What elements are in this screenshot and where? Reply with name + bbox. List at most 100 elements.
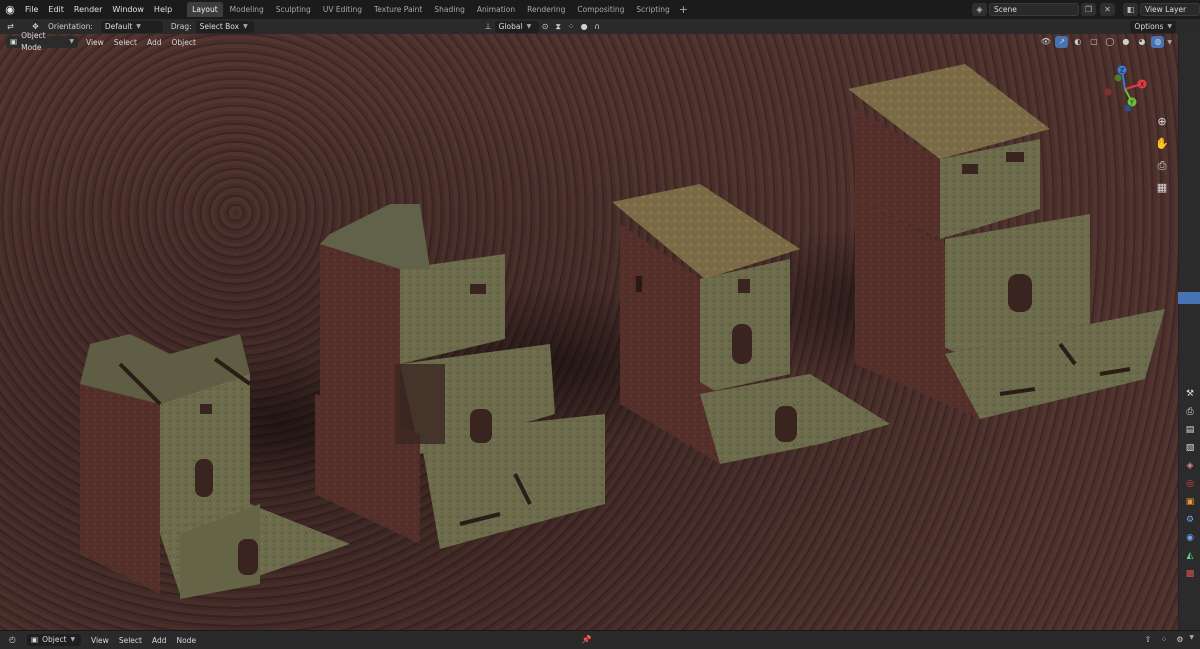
drag-label: Drag: (170, 22, 192, 31)
viewport-menu-add[interactable]: Add (147, 38, 162, 47)
transform-axis-icon[interactable]: ⊥ (482, 21, 495, 33)
chevron-down-icon[interactable]: ▼ (1167, 39, 1172, 46)
gizmo-x-label: X (1140, 82, 1144, 89)
cube-icon: ▣ (10, 37, 18, 46)
material-tab-icon[interactable]: ▩ (1182, 566, 1198, 582)
drag-value: Select Box (199, 21, 240, 31)
scene-render (80, 64, 1165, 599)
menu-render[interactable]: Render (69, 0, 107, 19)
pin-icon[interactable]: 📌 (580, 634, 593, 646)
pan-hand-icon[interactable]: ✋ (1154, 136, 1170, 152)
physics-tab-icon[interactable]: ◉ (1182, 530, 1198, 546)
pivot-point-icon[interactable]: ⊙ (539, 21, 552, 33)
data-tab-icon[interactable]: ◭ (1182, 548, 1198, 564)
transform-orientation-dropdown[interactable]: Global ▼ (494, 20, 539, 33)
chevron-down-icon: ▼ (243, 22, 248, 30)
drag-dropdown[interactable]: Select Box ▼ (195, 20, 254, 33)
scene-browse-icon[interactable]: ◈ (972, 3, 987, 16)
scene-selectors: ◈ Scene ❐ ✕ ◧ View Layer (970, 0, 1200, 19)
settings-gear-icon[interactable]: ⚙ (1173, 634, 1186, 646)
snap-target-icon[interactable]: ⁘ (565, 21, 578, 33)
orientation-value: Default (104, 21, 133, 31)
bottom-menu-node[interactable]: Node (176, 636, 196, 645)
new-scene-icon[interactable]: ❐ (1081, 3, 1096, 16)
grid-icon[interactable]: ▦ (1154, 180, 1170, 196)
bottom-menu-add[interactable]: Add (152, 636, 167, 645)
menu-edit[interactable]: Edit (43, 0, 69, 19)
chevron-down-icon: ▼ (136, 22, 141, 30)
object-mode-dropdown[interactable]: ▣ Object Mode ▼ (6, 31, 78, 52)
chevron-down-icon: ▼ (69, 38, 74, 45)
tab-layout[interactable]: Layout (187, 2, 223, 17)
gizmo-z-label: Z (1120, 68, 1124, 75)
material-shading-icon[interactable]: ◕ (1135, 36, 1148, 48)
bottom-mode-value: Object (42, 635, 67, 644)
camera-icon[interactable]: ⎙ (1154, 158, 1170, 174)
gizmo-neg-y-axis[interactable] (1114, 74, 1122, 82)
view-layer-browse-icon[interactable]: ◧ (1123, 3, 1138, 16)
tab-texture-paint[interactable]: Texture Paint (369, 2, 427, 17)
viewport-menu-view[interactable]: View (86, 38, 104, 47)
tab-modeling[interactable]: Modeling (225, 2, 269, 17)
chevron-down-icon: ▼ (70, 636, 76, 643)
menu-file[interactable]: File (20, 0, 43, 19)
blender-logo-icon[interactable]: ◉ (0, 0, 20, 19)
falloff-icon[interactable]: ∩ (591, 21, 604, 33)
xray-icon[interactable]: ▢ (1087, 36, 1100, 48)
editor-type-icon[interactable]: ⇄ (4, 21, 17, 33)
wireframe-shading-icon[interactable]: ◯ (1103, 36, 1116, 48)
snap-icon[interactable]: ⁘ (1157, 634, 1170, 646)
viewport-shading-controls: 👁 ↗ ◐ ▢ ◯ ● ◕ ◍ ▼ (1039, 36, 1172, 48)
tab-scripting[interactable]: Scripting (631, 2, 674, 17)
gizmo-neg-z-axis[interactable] (1124, 104, 1132, 112)
bottom-right-controls: ⇧ ⁘ ⚙ ▼ (1141, 634, 1194, 646)
options-dropdown[interactable]: Options ▼ (1130, 21, 1176, 33)
orientation-dropdown[interactable]: Default ▼ (100, 20, 163, 33)
gizmo-toggle-icon[interactable]: ↗ (1055, 36, 1069, 48)
editor-type-icon[interactable]: ◴ (6, 634, 19, 646)
viewport-menu-select[interactable]: Select (114, 38, 137, 47)
navigation-gizmo[interactable]: X Y Z (1100, 64, 1150, 114)
solid-shading-icon[interactable]: ● (1119, 36, 1132, 48)
rendered-shading-icon[interactable]: ◍ (1151, 36, 1165, 48)
add-workspace-icon[interactable]: + (679, 3, 688, 16)
delete-scene-icon[interactable]: ✕ (1100, 3, 1115, 16)
world-tab-icon[interactable]: ◎ (1182, 476, 1198, 492)
modifier-tab-icon[interactable]: ⚙ (1182, 512, 1198, 528)
view-layer-tab-icon[interactable]: ▧ (1182, 440, 1198, 456)
tab-animation[interactable]: Animation (472, 2, 520, 17)
tab-sculpting[interactable]: Sculpting (271, 2, 316, 17)
menu-window[interactable]: Window (107, 0, 149, 19)
transform-orientation-value: Global (498, 21, 523, 31)
gizmo-neg-x-axis[interactable] (1104, 88, 1112, 96)
3d-viewport[interactable]: X Y Z ⊕ ✋ ⎙ ▦ (0, 34, 1178, 630)
scene-name-field[interactable]: Scene (989, 3, 1079, 16)
snap-icon[interactable]: ⧗ (552, 21, 565, 33)
bottom-menu-select[interactable]: Select (119, 636, 142, 645)
bottom-menu-view[interactable]: View (91, 636, 109, 645)
viewport-menu-object[interactable]: Object (171, 38, 195, 47)
top-bar: ◉ File Edit Render Window Help Layout Mo… (0, 0, 1200, 19)
tab-shading[interactable]: Shading (429, 2, 469, 17)
overlay-icon[interactable]: ◐ (1071, 36, 1084, 48)
object-tab-icon[interactable]: ▣ (1182, 494, 1198, 510)
bottom-mode-dropdown[interactable]: ▣ Object ▼ (27, 634, 81, 646)
tab-rendering[interactable]: Rendering (522, 2, 570, 17)
parent-icon[interactable]: ⇧ (1141, 634, 1154, 646)
chevron-down-icon[interactable]: ▼ (1189, 634, 1194, 646)
proportional-edit-icon[interactable]: ● (578, 21, 591, 33)
view-layer-field[interactable]: View Layer (1140, 3, 1200, 16)
tab-compositing[interactable]: Compositing (572, 2, 629, 17)
tool-tab-icon[interactable]: ⚒ (1182, 386, 1198, 402)
scene-tab-icon[interactable]: ◈ (1182, 458, 1198, 474)
render-tab-icon[interactable]: ⎙ (1182, 404, 1198, 420)
bottom-editor-header: ◴ ▣ Object ▼ View Select Add Node 📌 ⇧ ⁘ … (0, 630, 1200, 649)
active-region-marker (1178, 292, 1200, 304)
tab-uv-editing[interactable]: UV Editing (318, 2, 367, 17)
zoom-icon[interactable]: ⊕ (1154, 114, 1170, 130)
menu-help[interactable]: Help (149, 0, 177, 19)
visibility-icon[interactable]: 👁 (1039, 36, 1052, 48)
building-tower-roofed[interactable] (848, 64, 1165, 419)
output-tab-icon[interactable]: ▤ (1182, 422, 1198, 438)
chevron-down-icon: ▼ (1167, 23, 1172, 30)
